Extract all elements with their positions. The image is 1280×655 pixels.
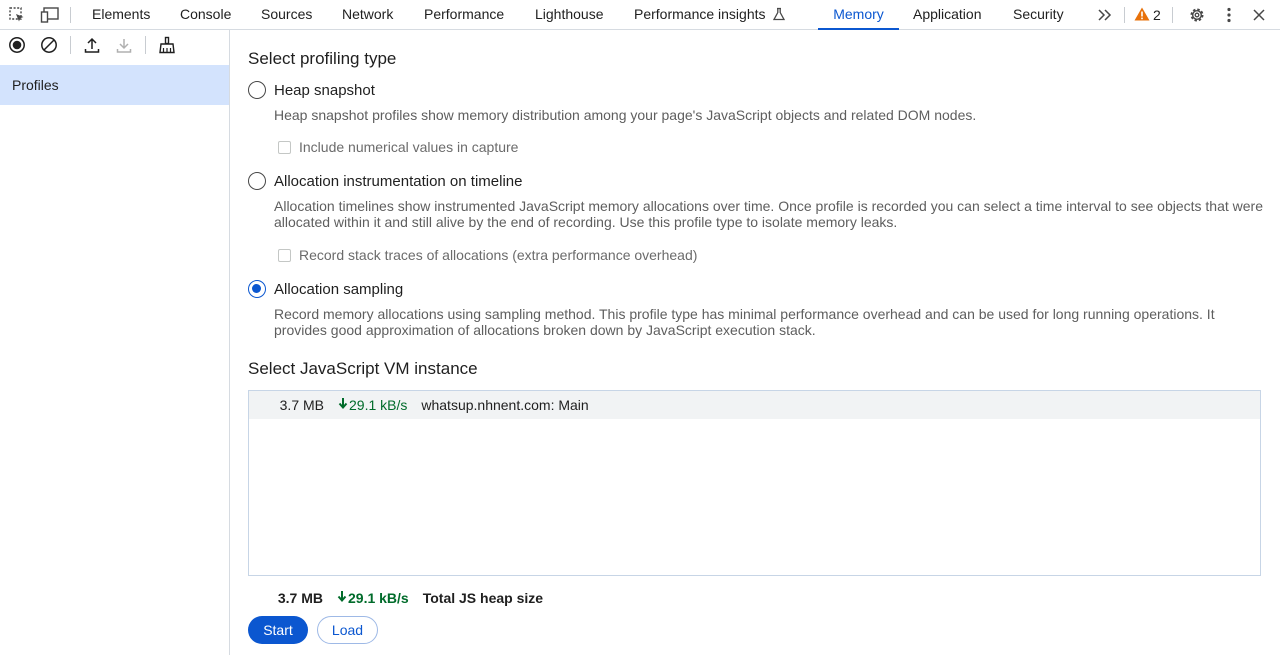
heap-snapshot-option[interactable]: Heap snapshot: [248, 81, 375, 99]
memory-toolbar: [0, 30, 229, 60]
heap-snapshot-label: Heap snapshot: [274, 81, 375, 99]
save-profile-download-icon[interactable]: [113, 34, 135, 56]
more-tabs-chevron-icon[interactable]: [1094, 4, 1116, 26]
profiling-type-heading: Select profiling type: [248, 49, 397, 68]
stack-traces-label: Record stack traces of allocations (extr…: [299, 247, 698, 263]
profiles-sidebar: Profiles: [0, 30, 230, 655]
warnings-count: 2: [1153, 7, 1161, 23]
devtools-tab-bar: Elements Console Sources Network Perform…: [0, 0, 1280, 30]
tab-memory[interactable]: Memory: [818, 0, 899, 30]
sidebar-item-profiles[interactable]: Profiles: [0, 65, 229, 105]
settings-gear-icon[interactable]: [1186, 4, 1208, 26]
tab-network[interactable]: Network: [342, 0, 393, 30]
allocation-timeline-description: Allocation timelines show instrumented J…: [274, 198, 1264, 230]
tab-performance[interactable]: Performance: [424, 0, 504, 30]
numerical-values-option[interactable]: Include numerical values in capture: [278, 139, 518, 155]
warning-triangle-icon: [1134, 7, 1150, 24]
vm-heap-size: 3.7 MB: [279, 397, 324, 413]
clear-all-icon[interactable]: [38, 34, 60, 56]
arrow-down-icon: [338, 397, 348, 413]
total-heap-label: Total JS heap size: [422, 590, 544, 606]
heap-snapshot-radio[interactable]: [248, 81, 266, 99]
device-toolbar-icon[interactable]: [39, 4, 61, 26]
customize-menu-kebab-icon[interactable]: [1218, 4, 1240, 26]
numerical-values-checkbox[interactable]: [278, 140, 291, 154]
collect-garbage-broom-icon[interactable]: [156, 34, 178, 56]
allocation-sampling-label: Allocation sampling: [274, 280, 404, 298]
warnings-counter[interactable]: 2: [1134, 0, 1161, 30]
vm-instance-heading: Select JavaScript VM instance: [248, 359, 478, 378]
total-heap-size: 3.7 MB: [277, 590, 323, 606]
vm-instance-name: whatsup.nhnent.com: Main: [421, 397, 589, 413]
numerical-values-label: Include numerical values in capture: [299, 139, 519, 155]
flask-icon: [772, 2, 786, 30]
tab-sources[interactable]: Sources: [261, 0, 312, 30]
record-icon[interactable]: [6, 34, 28, 56]
allocation-timeline-option[interactable]: Allocation instrumentation on timeline: [248, 172, 522, 190]
allocation-sampling-option[interactable]: Allocation sampling: [248, 280, 403, 298]
inspect-element-icon[interactable]: [6, 4, 28, 26]
vm-allocation-rate: 29.1 kB/s: [338, 397, 407, 413]
start-button[interactable]: Start: [248, 616, 308, 644]
total-heap-summary: 3.7 MB 29.1 kB/s Total JS heap size: [248, 589, 543, 607]
tab-elements[interactable]: Elements: [92, 0, 150, 30]
arrow-down-icon: [337, 590, 347, 606]
tab-lighthouse[interactable]: Lighthouse: [535, 0, 604, 30]
allocation-sampling-radio[interactable]: [248, 280, 266, 298]
tab-console[interactable]: Console: [180, 0, 231, 30]
heap-snapshot-description: Heap snapshot profiles show memory distr…: [274, 107, 977, 123]
vm-instance-row[interactable]: 3.7 MB 29.1 kB/s whatsup.nhnent.com: Mai…: [249, 391, 1260, 419]
allocation-sampling-description: Record memory allocations using sampling…: [274, 306, 1215, 338]
vm-instance-list: 3.7 MB 29.1 kB/s whatsup.nhnent.com: Mai…: [248, 390, 1261, 576]
stack-traces-checkbox[interactable]: [278, 248, 291, 262]
close-devtools-icon[interactable]: [1248, 4, 1270, 26]
tab-performance-insights[interactable]: Performance insights: [634, 0, 786, 30]
load-profile-upload-icon[interactable]: [81, 34, 103, 56]
vm-allocation-rate-value: 29.1 kB/s: [349, 397, 408, 413]
total-allocation-rate: 29.1 kB/s: [337, 590, 409, 606]
load-button[interactable]: Load: [317, 616, 378, 644]
tab-performance-insights-label: Performance insights: [634, 6, 766, 22]
tab-security[interactable]: Security: [1013, 0, 1064, 30]
tab-application[interactable]: Application: [913, 0, 982, 30]
allocation-timeline-label: Allocation instrumentation on timeline: [274, 172, 523, 190]
stack-traces-option[interactable]: Record stack traces of allocations (extr…: [278, 247, 697, 263]
total-allocation-rate-value: 29.1 kB/s: [348, 590, 409, 606]
allocation-timeline-radio[interactable]: [248, 172, 266, 190]
